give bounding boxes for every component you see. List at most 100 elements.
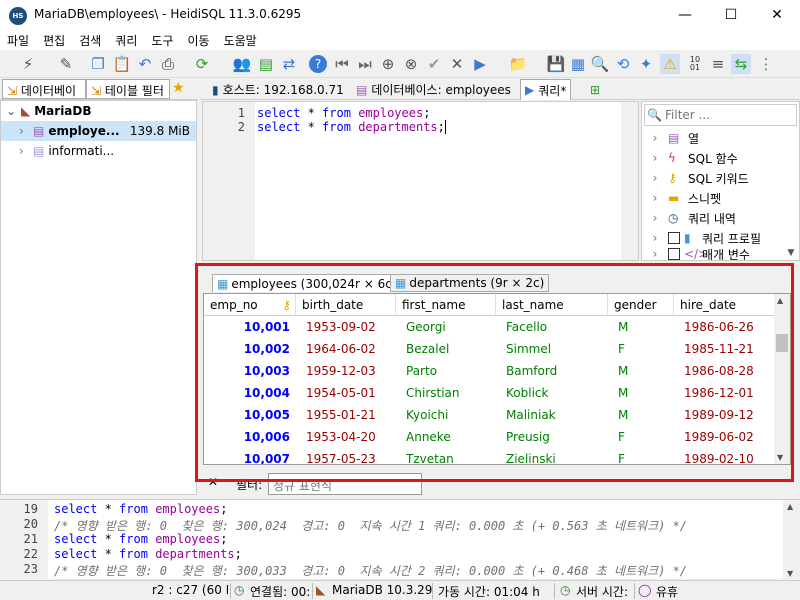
column-header-last-name[interactable]: last_name [496,294,608,316]
tab-host[interactable]: ▮ 호스트: 192.168.0.71 [208,79,348,100]
scroll-down-icon[interactable]: ▼ [777,453,783,462]
helper-item-history[interactable]: › ◷ 쿼리 내역 [642,208,792,228]
cell-birth-date[interactable]: 1954-05-01 [296,382,396,404]
grid-scrollbar[interactable]: ▲ ▼ [774,294,790,464]
delete-record-icon[interactable]: ⊗ [401,54,421,74]
tree-server-node[interactable]: ⌄ ◣ MariaDB [1,101,196,121]
menu-edit[interactable]: 편집 [36,32,72,49]
cell-hire-date[interactable]: 1989-09-12 [674,404,776,426]
add-record-icon[interactable]: ⊕ [378,54,398,74]
cell-last-name[interactable]: Bamford [496,360,608,382]
table-row[interactable]: 10,006 1953-04-20 Anneke Preusig F 1989-06-02 [204,426,776,448]
tree-db-employees[interactable]: › ▤ employe... 139.8 MiB [1,121,196,141]
first-record-icon[interactable]: ⏮ [332,54,352,74]
warning-icon[interactable]: ⚠ [660,54,680,74]
cell-birth-date[interactable]: 1964-06-02 [296,338,396,360]
cell-hire-date[interactable]: 1989-02-10 [674,448,776,464]
cell-hire-date[interactable]: 1985-11-21 [674,338,776,360]
tree-db-information-schema[interactable]: › ▤ informati... [1,141,196,161]
column-header-gender[interactable]: gender [608,294,674,316]
expand-icon[interactable]: › [19,144,33,158]
scroll-thumb[interactable] [776,334,788,352]
disconnect-icon[interactable]: ✎ [56,54,76,74]
cell-last-name[interactable]: Simmel [496,338,608,360]
helper-item-functions[interactable]: › ϟ SQL 함수 [642,148,792,168]
cell-first-name[interactable]: Parto [396,360,496,382]
cell-first-name[interactable]: Georgi [396,316,496,338]
connect-icon[interactable]: ⚡ [18,54,38,74]
cell-gender[interactable]: M [608,404,674,426]
menu-query[interactable]: 쿼리 [108,32,144,49]
cell-first-name[interactable]: Anneke [396,426,496,448]
export-icon[interactable]: ▤ [256,54,276,74]
wrap-icon[interactable]: ≡ [708,54,728,74]
cell-hire-date[interactable]: 1986-08-28 [674,360,776,382]
binary-icon[interactable]: 10 01 [685,54,705,74]
cell-gender[interactable]: M [608,382,674,404]
undo-icon[interactable]: ↶ [135,54,155,74]
expand-icon[interactable]: › [19,124,33,138]
paste-icon[interactable]: 📋 [112,54,132,74]
transaction-icon[interactable]: ⇆ [731,54,751,74]
cell-last-name[interactable]: Koblick [496,382,608,404]
cell-gender[interactable]: F [608,426,674,448]
cell-first-name[interactable]: Chirstian [396,382,496,404]
cell-last-name[interactable]: Zielinski [496,448,608,464]
column-header-first-name[interactable]: first_name [396,294,496,316]
cell-emp-no[interactable]: 10,006 [204,426,296,448]
cell-birth-date[interactable]: 1957-05-23 [296,448,396,464]
cell-first-name[interactable]: Kyoichi [396,404,496,426]
helper-filter-input[interactable]: Filter ... [644,104,797,126]
result-grid[interactable]: emp_no ⚷ birth_date first_name last_name … [203,293,791,465]
format-sql-icon[interactable]: ✦ [636,54,656,74]
tab-query[interactable]: ▶ 쿼리* [520,79,572,100]
column-header-birth-date[interactable]: birth_date [296,294,396,316]
open-folder-icon[interactable]: 📁 [508,54,528,74]
scroll-up-icon[interactable]: ▲ [787,502,793,511]
cell-first-name[interactable]: Tzvetan [396,448,496,464]
cell-last-name[interactable]: Facello [496,316,608,338]
filter-input[interactable]: 정규 표현식 [268,473,422,495]
column-header-emp-no[interactable]: emp_no ⚷ [204,294,296,316]
cell-emp-no[interactable]: 10,004 [204,382,296,404]
save-as-icon[interactable]: ▦ [568,54,588,74]
helper-item-profile[interactable]: › ▮ 쿼리 프로필 [642,228,792,248]
scroll-down-icon[interactable]: ▼ [787,569,793,578]
menu-search[interactable]: 검색 [72,32,108,49]
replace-icon[interactable]: ⟲ [613,54,633,74]
cell-emp-no[interactable]: 10,005 [204,404,296,426]
table-row[interactable]: 10,005 1955-01-21 Kyoichi Maliniak M 1989-09-… [204,404,776,426]
collapse-icon[interactable]: ⌄ [1,104,21,118]
more-icon[interactable]: ⋮ [756,54,776,74]
helper-item-snippets[interactable]: › ▬ 스니펫 [642,188,792,208]
column-header-hire-date[interactable]: hire_date [674,294,776,316]
cell-emp-no[interactable]: 10,001 [204,316,296,338]
menu-help[interactable]: 도움말 [217,32,264,49]
minimize-button[interactable]: — [662,0,708,30]
sync-icon[interactable]: ⇄ [279,54,299,74]
tab-database[interactable]: ▤ 데이터베이스: employees [352,79,515,100]
cell-first-name[interactable]: Bezalel [396,338,496,360]
sql-editor[interactable]: 1 2 select * from employees; select * fr… [202,101,639,261]
find-icon[interactable]: 🔍 [590,54,610,74]
result-tab-employees[interactable]: ▦ employees (300,024r × 6c) [212,274,402,292]
cell-gender[interactable]: M [608,360,674,382]
post-icon[interactable]: ✔ [424,54,444,74]
help-icon[interactable]: ? [309,55,327,73]
cell-hire-date[interactable]: 1989-06-02 [674,426,776,448]
table-row[interactable]: 10,004 1954-05-01 Chirstian Koblick M 1986-12… [204,382,776,404]
cell-last-name[interactable]: Preusig [496,426,608,448]
cell-birth-date[interactable]: 1955-01-21 [296,404,396,426]
refresh-icon[interactable]: ⟳ [192,54,212,74]
table-row[interactable]: 10,003 1959-12-03 Parto Bamford M 1986-08-28 [204,360,776,382]
scroll-down-icon[interactable]: ▼ [783,248,799,260]
cell-gender[interactable]: F [608,338,674,360]
helper-item-params[interactable]: › </> 매개 변수 [642,248,792,260]
cell-hire-date[interactable]: 1986-06-26 [674,316,776,338]
new-query-tab-icon[interactable]: ⊞ [586,79,604,100]
cell-last-name[interactable]: Maliniak [496,404,608,426]
log-scrollbar[interactable]: ▲ ▼ [783,500,800,580]
table-row[interactable]: 10,002 1964-06-02 Bezalel Simmel F 1985-11-21 [204,338,776,360]
cell-hire-date[interactable]: 1986-12-01 [674,382,776,404]
menu-tools[interactable]: 도구 [144,32,180,49]
